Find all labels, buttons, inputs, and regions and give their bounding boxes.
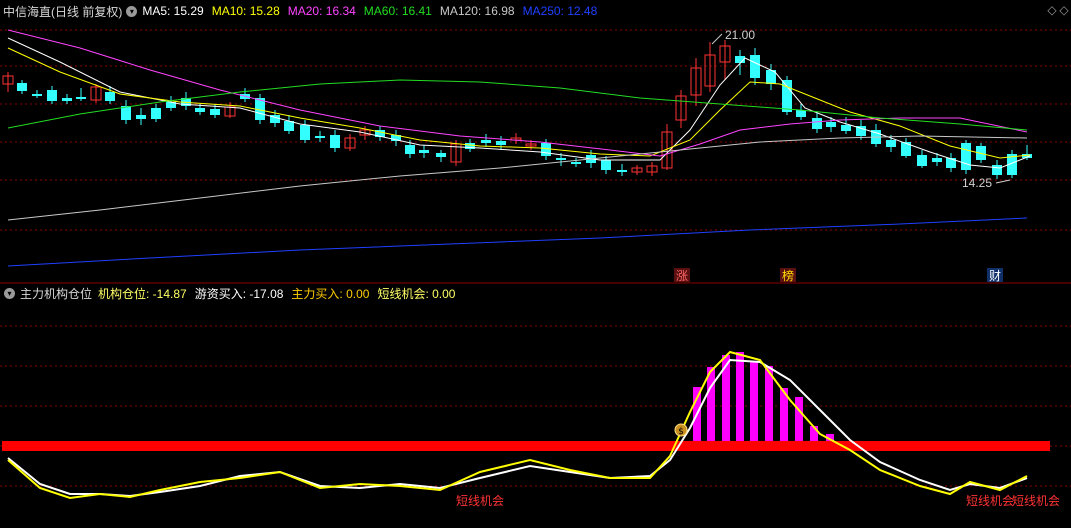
low-marker-arrow [995, 179, 1011, 184]
event-tag-0: 涨 [676, 268, 688, 283]
settings-circle-icon[interactable]: ▾ [4, 287, 15, 299]
candle-body [315, 136, 325, 138]
candle-body [782, 80, 792, 112]
low-price-label: 14.25 [962, 176, 992, 190]
high-price-label: 21.00 [725, 28, 755, 42]
candle-body [300, 125, 310, 140]
ma-label-0: MA5: 15.29 [142, 4, 204, 18]
indicator-value-2: 主力买入: 0.00 [291, 286, 370, 301]
diamond-left-icon[interactable]: ◇ [1046, 4, 1058, 16]
candle-body [556, 158, 566, 160]
settings-circle-icon[interactable]: ▾ [126, 5, 138, 17]
ma-label-2: MA20: 16.34 [287, 4, 356, 18]
indicator-header: ▾ 主力机构仓位 机构仓位: -14.87 游资买入: -17.08 主力买入: 0… [0, 285, 463, 301]
candle-body [47, 90, 57, 101]
ma-label-3: MA60: 16.41 [363, 4, 432, 18]
indicator-title[interactable]: 主力机构仓位 [20, 285, 92, 302]
candle-body [136, 115, 146, 119]
candle-body [496, 141, 506, 145]
candle-body [961, 143, 971, 170]
candle-body [992, 165, 1002, 175]
indicator-legend: 机构仓位: -14.87 游资买入: -17.08 主力买入: 0.00 短线机会: … [98, 285, 463, 302]
ma120-line [7, 135, 1028, 221]
high-marker-arrow [711, 33, 723, 45]
candle-body [32, 94, 42, 96]
candle-body [541, 143, 551, 156]
candle-body [195, 108, 205, 112]
candle-body [826, 122, 836, 127]
candle-body [419, 150, 429, 153]
event-tag-1: 榜 [782, 268, 794, 283]
candle-body [932, 158, 942, 162]
candle-body [436, 153, 446, 157]
candle-body [571, 162, 581, 164]
candle-body [210, 109, 220, 115]
ma-legend: MA5: 15.29 MA10: 15.28 MA20: 16.34 MA60: 16… [142, 4, 605, 18]
stock-title[interactable]: 中信海直(日线 前复权) [3, 3, 122, 20]
ma250-line [7, 217, 1028, 267]
position-bar [795, 397, 803, 446]
youzi-line [7, 358, 1028, 498]
indicator-value-0: 机构仓位: -14.87 [98, 286, 187, 301]
position-bar [765, 366, 773, 446]
position-bar [750, 361, 758, 446]
candle-body [330, 135, 340, 148]
institution-line [7, 350, 1028, 500]
signal-label-2: 短线机会 [1012, 494, 1060, 508]
ma-label-5: MA250: 12.48 [522, 4, 598, 18]
signal-label-0: 短线机会 [456, 494, 504, 508]
ma-label-4: MA120: 16.98 [439, 4, 515, 18]
candle-body [481, 140, 491, 143]
chart-canvas[interactable]: 21.0014.25涨榜财$短线机会 短线机会短线机会 [0, 0, 1071, 528]
main-header: 中信海直(日线 前复权) ▾ MA5: 15.29 MA10: 15.28 MA20… [0, 2, 605, 20]
position-bar [707, 367, 715, 446]
candle-body [617, 170, 627, 172]
ma60-line [7, 79, 1028, 131]
candle-body [886, 140, 896, 147]
ma-label-1: MA10: 15.28 [211, 4, 280, 18]
candle-body [62, 98, 72, 101]
event-tag-2: 财 [989, 269, 1001, 283]
ma5-line [7, 37, 1031, 169]
candle-body [841, 125, 851, 131]
candle-body [105, 92, 115, 101]
position-bar [736, 352, 744, 446]
candle-body [796, 110, 806, 117]
candle-body [812, 118, 822, 129]
candle-body [750, 55, 760, 78]
signal-label-1: 短线机会 [966, 494, 1014, 508]
coin-glyph: $ [678, 427, 684, 437]
indicator-value-3: 短线机会: 0.00 [377, 286, 456, 301]
candle-body [405, 145, 415, 154]
candle-body [917, 155, 927, 166]
candle-body [151, 108, 161, 119]
indicator-value-1: 游资买入: -17.08 [194, 286, 284, 301]
candle-body [17, 83, 27, 91]
zero-baseline-band [2, 441, 1050, 451]
candle-body [601, 160, 611, 170]
diamond-right-icon[interactable]: ◇ [1058, 4, 1070, 16]
candle-body [76, 97, 86, 99]
